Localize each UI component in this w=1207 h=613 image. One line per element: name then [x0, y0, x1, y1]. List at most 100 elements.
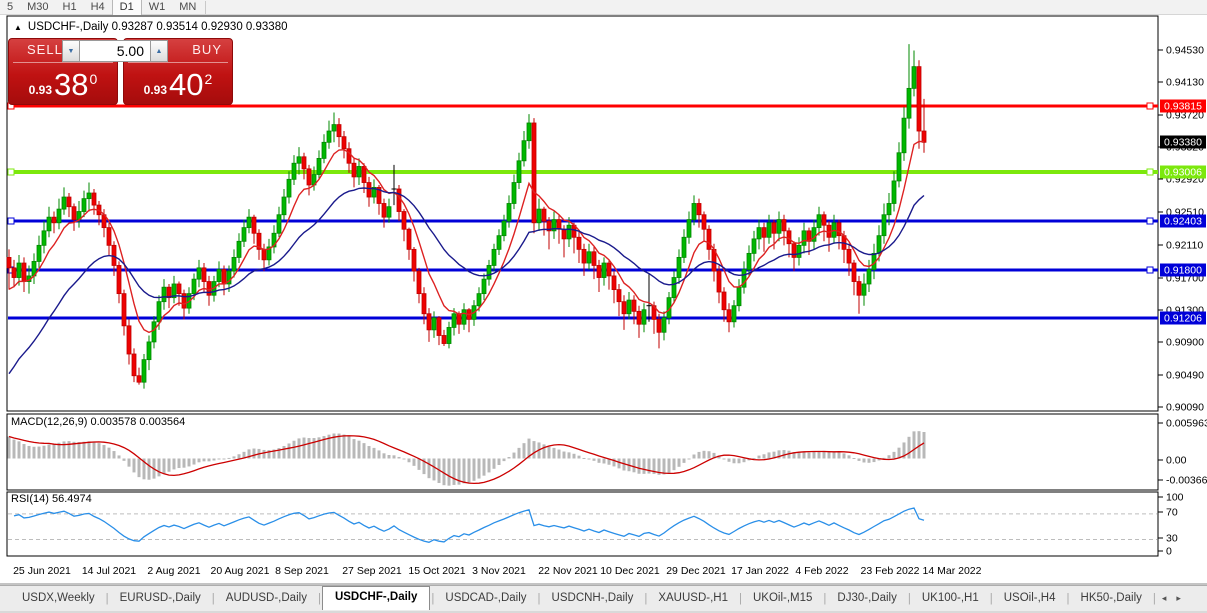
chart-tab-ukoil-m15[interactable]: UKOil-,M15 [743, 588, 822, 609]
macd-bar [892, 451, 896, 459]
macd-bar [397, 456, 401, 459]
candle-body [611, 275, 617, 291]
macd-bar [292, 440, 296, 459]
timeframe-toolbar: 5 M30 H1 H4 D1 W1 MN [0, 0, 1207, 15]
timeframe-button-w1[interactable]: W1 [142, 0, 173, 15]
chart-tab-usdchf-daily[interactable]: USDCHF-,Daily [321, 586, 431, 610]
macd-bar [667, 458, 671, 473]
macd-bar [202, 458, 206, 462]
macd-bar [497, 458, 501, 465]
rsi-panel [6, 491, 1159, 557]
hline-marker-left[interactable] [7, 217, 15, 225]
chart-tab-usdcnh-daily[interactable]: USDCNH-,Daily [542, 588, 644, 609]
toolbar-separator [205, 0, 207, 14]
candle-body [201, 267, 207, 282]
candle-body [316, 157, 322, 175]
chart-tab-audusd-daily[interactable]: AUDUSD-,Daily [216, 588, 317, 609]
macd-bar [367, 446, 371, 459]
candle-body [606, 262, 612, 277]
chart-tab-usdx-weekly[interactable]: USDX,Weekly [12, 588, 105, 609]
terminal-window: 5M30H1H4D1W1MN 0.945300.941300.937200.93… [0, 0, 1207, 613]
candle-body [631, 299, 637, 312]
symbol-info: ▲ USDCHF-,Daily 0.93287 0.93514 0.92930 0… [14, 21, 287, 33]
macd-bar [157, 458, 161, 477]
candle-body [596, 265, 602, 278]
timeframe-button-h4[interactable]: H4 [84, 0, 112, 15]
collapse-expander-icon[interactable]: ▲ [14, 23, 22, 32]
candle-body [576, 236, 582, 250]
candle-body [766, 222, 772, 238]
macd-bar [887, 455, 891, 459]
macd-bar [102, 444, 106, 459]
candle-body [656, 318, 662, 333]
timeframe-button-m30[interactable]: M30 [20, 0, 55, 15]
macd-bar [447, 458, 451, 486]
macd-bar [722, 458, 726, 460]
macd-bar [547, 446, 551, 459]
chart-tab-usoil-h4[interactable]: USOil-,H4 [994, 588, 1066, 609]
candle-body [411, 248, 417, 272]
chart-tab-dj30-daily[interactable]: DJ30-,Daily [827, 588, 906, 609]
macd-bar [47, 444, 51, 459]
macd-bar [807, 452, 811, 459]
candle-body [61, 196, 67, 210]
volume-input[interactable]: 5.00 [80, 40, 150, 62]
macd-bar [122, 458, 126, 461]
macd-bar [252, 448, 256, 459]
buy-price-pip: 2 [204, 71, 213, 87]
timeframe-button-h1[interactable]: H1 [56, 0, 84, 15]
volume-up-button[interactable]: ▲ [150, 40, 168, 62]
date-label: 2 Aug 2021 [147, 565, 200, 577]
candle-body [501, 220, 507, 237]
timeframe-button-5[interactable]: 5 [0, 0, 20, 15]
candle-body [221, 269, 227, 285]
macd-bar [412, 458, 416, 466]
candle-body [846, 248, 852, 264]
candle-body [641, 309, 647, 325]
candle-body [601, 262, 607, 278]
macd-bar [557, 449, 561, 459]
candle-body [431, 317, 437, 331]
sell-label: SELL [27, 42, 63, 57]
timeframe-button-d1[interactable]: D1 [111, 0, 142, 15]
date-label: 25 Jun 2021 [13, 565, 71, 577]
date-label: 8 Sep 2021 [275, 565, 329, 577]
candle-body [111, 244, 117, 266]
macd-bar [477, 458, 481, 479]
price-badge-label: 0.93815 [1164, 101, 1202, 113]
chart-tab-eurusd-daily[interactable]: EURUSD-,Daily [110, 588, 211, 609]
tabs-scroll-right-icon[interactable]: ▸ [1171, 593, 1186, 604]
macd-bar [182, 458, 186, 468]
chart-tab-xauusd-h1[interactable]: XAUUSD-,H1 [648, 588, 738, 609]
candle-body [251, 216, 257, 234]
volume-down-button[interactable]: ▼ [62, 40, 80, 62]
candle-body [706, 228, 712, 250]
hline-marker-right[interactable] [1146, 217, 1154, 225]
hline-marker-right[interactable] [1146, 266, 1154, 274]
macd-bar [77, 442, 81, 459]
macd-bar [392, 455, 396, 459]
macd-bar [922, 432, 926, 459]
price-badge-label: 0.91206 [1164, 313, 1202, 325]
chart-tab-hk50-daily[interactable]: HK50-,Daily [1071, 588, 1152, 609]
candle-body [301, 156, 307, 170]
hline-marker-right[interactable] [1146, 168, 1154, 176]
macd-bar [117, 455, 121, 459]
candle-body [66, 196, 72, 208]
chart-tab-uk100-h1[interactable]: UK100-,H1 [912, 588, 989, 609]
macd-bar [727, 458, 731, 462]
candle-body [891, 180, 897, 204]
date-label: 20 Aug 2021 [211, 565, 270, 577]
candle-body [401, 211, 407, 230]
candle-body [801, 230, 807, 246]
candle-body [771, 222, 777, 234]
hline-marker-left[interactable] [7, 168, 15, 176]
candle-body [446, 327, 452, 344]
candle-body [751, 238, 757, 254]
tabs-scroll-left-icon[interactable]: ◂ [1157, 593, 1172, 604]
timeframe-button-mn[interactable]: MN [172, 0, 203, 15]
hline-marker-right[interactable] [1146, 102, 1154, 110]
chart-tab-usdcad-daily[interactable]: USDCAD-,Daily [435, 588, 536, 609]
candle-body [536, 208, 542, 224]
candle-body [366, 182, 372, 198]
